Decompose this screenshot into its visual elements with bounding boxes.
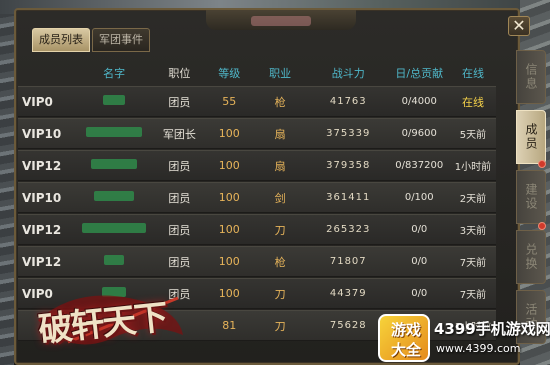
- member-power: 379358: [326, 160, 371, 171]
- member-contribution: 0/100: [404, 192, 434, 203]
- blurred-title: [251, 15, 311, 26]
- blurred-name: [86, 127, 143, 137]
- member-name: [76, 159, 153, 172]
- watermark-title: 4399手机游戏网: [434, 320, 550, 338]
- member-name: [76, 255, 153, 268]
- member-level: 100: [218, 159, 240, 172]
- watermark-url: www.4399.com: [436, 342, 521, 355]
- vip-badge: VIP10: [22, 126, 62, 141]
- member-level: 100: [218, 191, 240, 204]
- blurred-name: [104, 255, 125, 265]
- vip-badge: VIP12: [22, 158, 62, 173]
- table-row[interactable]: VIP0 团员 55 枪 41763 0/4000 在线: [18, 86, 496, 117]
- member-name: [76, 191, 153, 204]
- member-job: 刀: [274, 223, 286, 237]
- header-power: 战斗力: [331, 67, 365, 80]
- close-button[interactable]: ✕: [508, 16, 530, 36]
- table-row[interactable]: VIP10 军团长 100 扇 375339 0/9600 5天前: [18, 118, 496, 149]
- vip-badge: VIP12: [22, 222, 62, 237]
- notification-dot-icon: [538, 160, 546, 168]
- member-position: 团员: [168, 191, 191, 205]
- member-level: 55: [222, 95, 237, 108]
- member-level: 100: [218, 223, 240, 236]
- blurred-name: [103, 95, 126, 105]
- game-background-left: [0, 0, 14, 365]
- panel-tabs: 成员列表 军团事件: [32, 28, 150, 54]
- header-contribution: 日/总贡献: [395, 67, 444, 80]
- member-name: [76, 127, 153, 140]
- header-online: 在线: [461, 67, 484, 80]
- member-power: 44379: [329, 288, 367, 299]
- table-row[interactable]: VIP10 团员 100 剑 361411 0/100 2天前: [18, 182, 496, 213]
- member-online: 3天前: [459, 226, 487, 237]
- side-tab-exchange[interactable]: 兑换: [516, 230, 546, 284]
- tab-member-list[interactable]: 成员列表: [32, 28, 90, 52]
- vip-badge: VIP0: [22, 94, 53, 109]
- table-row[interactable]: VIP12 团员 100 枪 71807 0/0 7天前: [18, 246, 496, 277]
- member-position: 团员: [168, 95, 191, 109]
- member-power: 265323: [326, 224, 371, 235]
- header-name: 名字: [103, 67, 126, 80]
- watermark-badge-icon: 游戏 大全: [378, 314, 430, 362]
- member-contribution: 0/4000: [401, 96, 437, 107]
- member-power: 71807: [329, 256, 367, 267]
- member-contribution: 0/0: [411, 256, 428, 267]
- side-tab-info[interactable]: 信息: [516, 50, 546, 104]
- member-job: 刀: [274, 319, 286, 333]
- member-contribution: 0/9600: [401, 128, 437, 139]
- member-level: 100: [218, 127, 240, 140]
- side-tabs: 信息 成员 建设 兑换 活动: [516, 50, 546, 350]
- header-level: 等级: [218, 67, 241, 80]
- member-online: 7天前: [459, 290, 487, 301]
- member-job: 扇: [274, 127, 286, 141]
- member-job: 扇: [274, 159, 286, 173]
- member-online: 1小时前: [454, 162, 492, 173]
- member-online: 2天前: [459, 194, 487, 205]
- tab-legion-events[interactable]: 军团事件: [92, 28, 150, 52]
- member-power: 361411: [326, 192, 371, 203]
- member-power: 75628: [329, 320, 367, 331]
- panel-title: [206, 10, 356, 30]
- member-position: 团员: [168, 159, 191, 173]
- member-level: 81: [222, 319, 237, 332]
- member-name: [76, 223, 153, 236]
- member-online: 7天前: [459, 258, 487, 269]
- member-contribution: 0/0: [411, 224, 428, 235]
- member-name: [76, 95, 153, 108]
- side-tab-build[interactable]: 建设: [516, 170, 546, 224]
- watermark-badge-line1: 游戏: [390, 321, 421, 339]
- member-job: 刀: [274, 287, 286, 301]
- watermark-badge-line2: 大全: [390, 341, 421, 359]
- header-job: 职业: [269, 67, 292, 80]
- member-contribution: 0/0: [411, 288, 428, 299]
- member-online: 在线: [461, 95, 484, 109]
- blurred-name: [82, 223, 147, 233]
- blurred-name: [91, 159, 138, 169]
- notification-dot-icon: [538, 222, 546, 230]
- member-contribution: 0/837200: [395, 160, 444, 171]
- member-online: 5天前: [459, 130, 487, 141]
- member-position: 军团长: [162, 127, 196, 141]
- header-position: 职位: [168, 67, 191, 80]
- table-header: 名字 职位 等级 职业 战斗力 日/总贡献 在线: [18, 60, 496, 86]
- member-power: 41763: [329, 96, 367, 107]
- member-position: 团员: [168, 223, 191, 237]
- member-power: 375339: [326, 128, 371, 139]
- vip-badge: VIP12: [22, 254, 62, 269]
- blurred-name: [94, 191, 135, 201]
- member-job: 枪: [274, 255, 286, 269]
- member-level: 100: [218, 255, 240, 268]
- table-row[interactable]: VIP12 团员 100 刀 265323 0/0 3天前: [18, 214, 496, 245]
- vip-badge: VIP10: [22, 190, 62, 205]
- site-watermark: 游戏 大全 4399手机游戏网 www.4399.com: [378, 314, 550, 365]
- member-level: 100: [218, 287, 240, 300]
- side-tab-members[interactable]: 成员: [516, 110, 546, 164]
- member-job: 枪: [274, 95, 286, 109]
- table-row[interactable]: VIP12 团员 100 扇 379358 0/837200 1小时前: [18, 150, 496, 181]
- member-position: 团员: [168, 255, 191, 269]
- member-job: 剑: [274, 191, 286, 205]
